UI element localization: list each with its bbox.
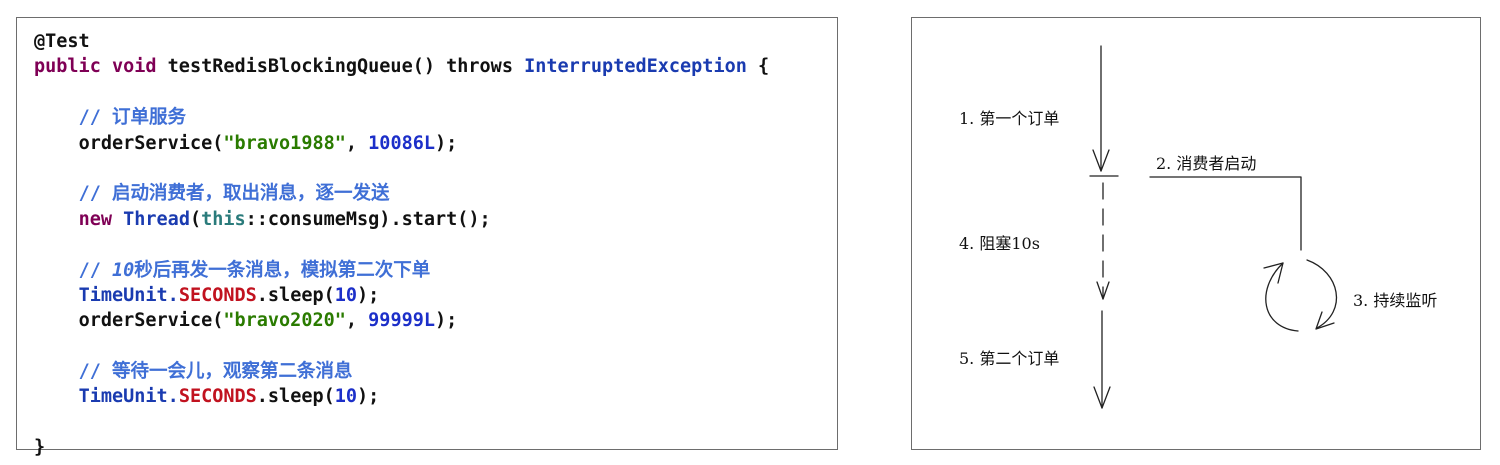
constant-token: SECONDS [178, 386, 257, 408]
call-token: orderService( [78, 132, 224, 154]
code-panel: @Test public void testRedisBlockingQueue(… [16, 17, 838, 458]
number-token: 99999L [368, 310, 435, 332]
call-token: .sleep( [256, 386, 335, 408]
code-block: @Test public void testRedisBlockingQueue(… [34, 29, 769, 461]
comment-token: // 启动消费者，取出消息，逐一发送 [78, 183, 390, 205]
comment-token: // 订单服务 [78, 107, 186, 129]
end-token: ); [357, 284, 380, 306]
method-token: testRedisBlockingQueue() [167, 56, 435, 78]
sep-token: , [345, 310, 369, 332]
step-label-first-order: 1. 第一个订单 [959, 109, 1060, 128]
end-token: ); [435, 310, 458, 332]
number-token: 10086L [368, 132, 435, 154]
call-token: ::consumeMsg).start(); [245, 208, 491, 230]
type-token: TimeUnit. [78, 284, 179, 306]
comment-token: // 等待一会儿，观察第二条消息 [78, 361, 353, 383]
loop-arc-left [1265, 262, 1299, 332]
call-token: orderService( [78, 310, 224, 332]
type-token: TimeUnit. [78, 386, 179, 408]
code-line: // 等待一会儿，观察第二条消息 [34, 359, 769, 384]
string-token: "bravo1988" [223, 132, 346, 154]
end-token: ); [357, 386, 380, 408]
step-label-second-order: 5. 第二个订单 [959, 349, 1060, 368]
number-token: 10 [334, 284, 358, 306]
flow-diagram-panel: 1. 第一个订单 2. 消费者启动 3. 持续监听 4. 阻塞10s 5. 第二… [911, 17, 1481, 450]
code-line: // 10秒后再发一条消息，模拟第二次下单 [34, 258, 769, 283]
comment-token: 秒后再发一条消息，模拟第二次下单 [134, 259, 431, 281]
code-line: @Test [34, 29, 769, 54]
code-line: public void testRedisBlockingQueue() thr… [34, 54, 769, 79]
step-label-listening: 3. 持续监听 [1353, 291, 1438, 310]
loop-arc-right [1306, 259, 1338, 329]
sep-token: , [345, 132, 369, 154]
call-token: .sleep( [256, 284, 335, 306]
type-token: Thread [123, 208, 190, 230]
keyword-token: public [34, 56, 101, 78]
code-line: // 启动消费者，取出消息，逐一发送 [34, 181, 769, 206]
brace-token: } [34, 437, 46, 459]
step-label-blocking: 4. 阻塞10s [959, 234, 1040, 253]
keyword-token: throws [446, 56, 513, 78]
step-label-consumer-start: 2. 消费者启动 [1156, 154, 1257, 173]
code-line: TimeUnit.SECONDS.sleep(10); [34, 384, 769, 409]
end-token: ); [435, 132, 458, 154]
annotation-token: @Test [34, 31, 90, 52]
code-line: } [34, 435, 769, 460]
keyword-token: void [111, 56, 157, 78]
code-line: orderService("bravo2020", 99999L); [34, 308, 769, 333]
code-line: orderService("bravo1988", 10086L); [34, 131, 769, 156]
code-line: TimeUnit.SECONDS.sleep(10); [34, 283, 769, 308]
number-token: 10 [334, 386, 358, 408]
paren-token: ( [189, 208, 202, 230]
type-token: InterruptedException [524, 56, 747, 78]
string-token: "bravo2020" [223, 310, 346, 332]
comment-number-token: 10 [111, 259, 135, 281]
code-line: new Thread(this::consumeMsg).start(); [34, 207, 769, 232]
keyword-token: new [78, 208, 112, 230]
comment-token: // [78, 259, 112, 281]
brace-token: { [758, 56, 770, 78]
this-token: this [201, 208, 246, 230]
consumer-line [1149, 176, 1302, 251]
constant-token: SECONDS [178, 284, 257, 306]
code-line: // 订单服务 [34, 105, 769, 130]
